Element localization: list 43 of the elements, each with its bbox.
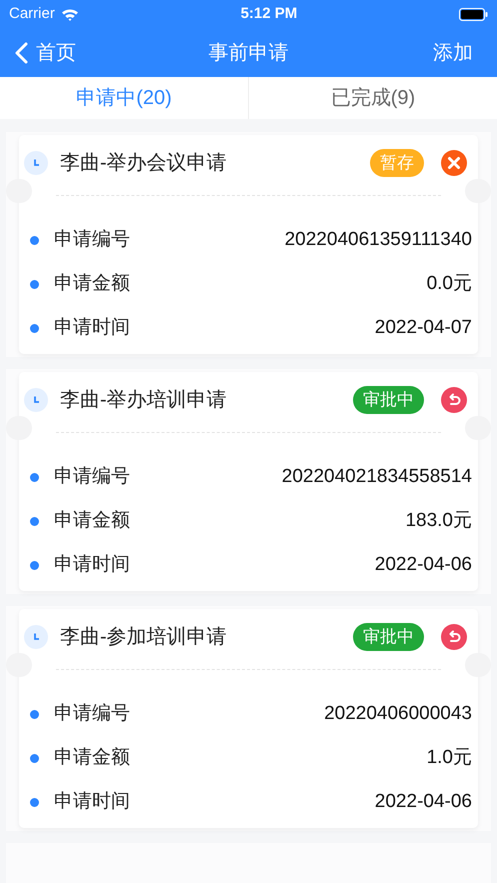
undo-icon[interactable]	[441, 387, 467, 413]
undo-icon[interactable]	[441, 624, 467, 650]
battery-icon	[458, 8, 488, 20]
field-value: 2022-04-06	[374, 790, 472, 814]
field-value: 20220406000043	[324, 702, 472, 726]
field-value: 2022-04-07	[374, 316, 472, 340]
clock-time: 5:12 PM	[240, 4, 298, 24]
close-icon[interactable]	[441, 150, 467, 176]
field-label: 申请编号	[54, 464, 131, 489]
field-value: 202204061359111340	[284, 228, 472, 252]
field-label: 申请时间	[54, 316, 131, 340]
status-tag: 审批中	[353, 623, 424, 651]
request-title: 李曲-举办培训申请	[60, 388, 228, 413]
field-label: 申请编号	[54, 702, 131, 726]
carrier-label: Carrier	[9, 4, 55, 24]
request-title: 李曲-参加培训申请	[60, 625, 228, 650]
clock-icon	[24, 151, 48, 175]
request-card[interactable]: 李曲-举办培训申请 审批中 申请编号 202204021834558514 申请金额 183.0元 申请时间 2022-04-06	[19, 372, 478, 591]
field-value: 183.0元	[405, 508, 472, 533]
clock-icon	[24, 625, 48, 649]
tab[interactable]: 申请中(20)	[0, 77, 248, 119]
back-button[interactable]: 首页	[15, 38, 76, 68]
request-card[interactable]: 李曲-举办会议申请 暂存 申请编号 202204061359111340 申请金额 0.0元 申请时间 2022-04-07	[19, 135, 478, 354]
page-title: 事前申请	[208, 40, 288, 66]
field-label: 申请时间	[54, 552, 131, 577]
clock-icon	[24, 388, 48, 412]
field-label: 申请时间	[54, 790, 131, 814]
field-value: 1.0元	[426, 746, 472, 770]
back-chevron-icon	[15, 42, 28, 64]
request-title: 李曲-举办会议申请	[60, 151, 228, 176]
field-value: 202204021834558514	[282, 464, 472, 489]
field-label: 申请编号	[54, 228, 131, 252]
field-label: 申请金额	[54, 508, 131, 533]
status-tag: 审批中	[353, 386, 424, 414]
field-value: 2022-04-06	[374, 552, 472, 577]
field-label: 申请金额	[54, 746, 131, 770]
request-card[interactable]: 李曲-参加培训申请 审批中 申请编号 20220406000043 申请金额 1.0元 申请时间 2022-04-06	[19, 609, 478, 828]
tab[interactable]: 已完成(9)	[248, 77, 497, 119]
status-tag: 暂存	[370, 149, 424, 177]
field-label: 申请金额	[54, 272, 131, 296]
field-value: 0.0元	[426, 272, 472, 296]
wifi-icon	[60, 8, 79, 20]
add-button[interactable]: 添加	[433, 38, 482, 68]
